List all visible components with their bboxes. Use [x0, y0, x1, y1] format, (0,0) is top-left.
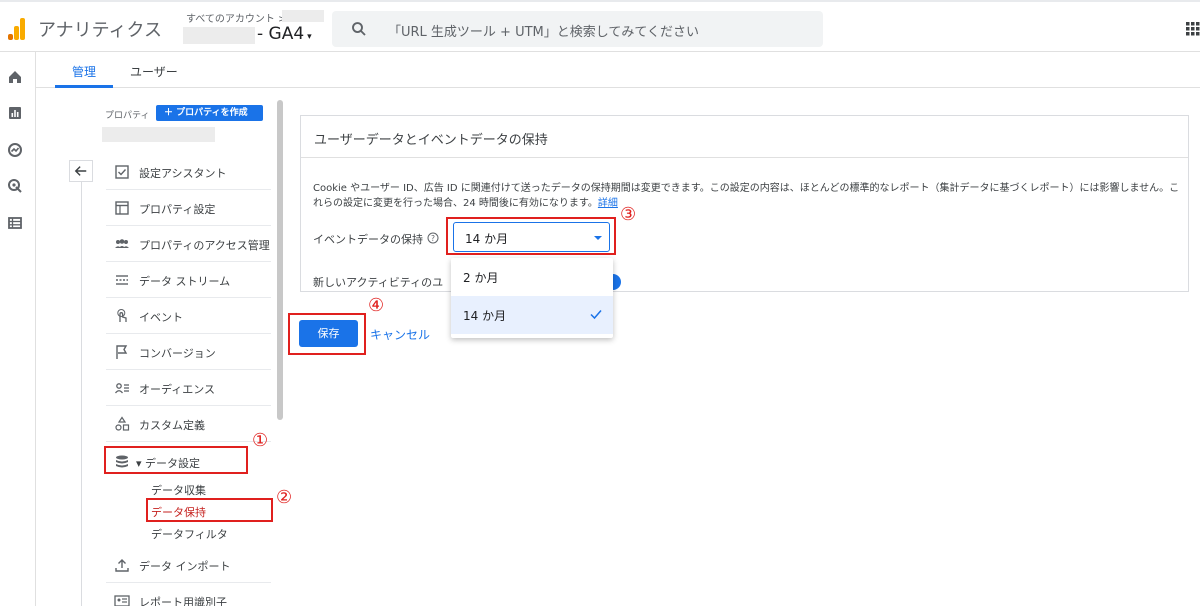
- advertising-icon[interactable]: [7, 178, 23, 194]
- submenu-data-filters[interactable]: データフィルタ: [151, 526, 228, 542]
- option-2-months[interactable]: 2 か月: [451, 258, 613, 296]
- menu-custom-definitions[interactable]: カスタム定義: [106, 406, 271, 442]
- annotation-number-4: ④: [368, 295, 385, 316]
- upload-icon: [115, 559, 129, 572]
- help-icon[interactable]: ?: [427, 232, 439, 244]
- left-rail: [0, 52, 36, 606]
- menu-data-import[interactable]: データ インポート: [106, 547, 271, 583]
- menu-label: プロパティのアクセス管理: [139, 239, 270, 252]
- menu-data-streams[interactable]: データ ストリーム: [106, 262, 271, 298]
- analytics-logo-icon[interactable]: [8, 18, 26, 40]
- retention-card: ユーザーデータとイベントデータの保持 Cookie やユーザー ID、広告 ID…: [300, 115, 1189, 292]
- flag-icon: [116, 345, 128, 359]
- redacted-account-name: [282, 10, 324, 22]
- option-label: 14 か月: [463, 309, 507, 323]
- touch-icon: [117, 309, 127, 322]
- apps-grid-icon[interactable]: [1186, 22, 1200, 36]
- menu-label: オーディエンス: [139, 383, 216, 396]
- menu-label: プロパティ設定: [139, 203, 216, 216]
- annotation-number-1: ①: [252, 430, 269, 451]
- search-icon: [352, 22, 366, 36]
- event-retention-label: イベントデータの保持: [313, 233, 423, 246]
- check-icon: [590, 310, 602, 320]
- redacted-property-name: [183, 27, 255, 44]
- annotation-box-1: [104, 446, 248, 474]
- annotation-box-2: [146, 498, 273, 522]
- panel-scrollbar[interactable]: [277, 100, 283, 420]
- dropdown-caret-icon: ▾: [307, 32, 312, 42]
- option-14-months[interactable]: 14 か月: [451, 296, 613, 334]
- app-title: アナリティクス: [38, 20, 163, 41]
- back-button[interactable]: [69, 160, 93, 182]
- annotation-number-2: ②: [276, 487, 293, 508]
- menu-property-settings[interactable]: プロパティ設定: [106, 190, 271, 226]
- annotation-box-4: [288, 313, 366, 355]
- card-title: ユーザーデータとイベントデータの保持: [314, 133, 548, 148]
- reports-icon[interactable]: [7, 105, 23, 121]
- reset-on-activity-label: 新しいアクティビティのユ: [313, 276, 444, 289]
- people-icon: [115, 239, 129, 248]
- explore-icon[interactable]: [7, 142, 23, 158]
- menu-label: 設定アシスタント: [139, 167, 227, 180]
- property-selector[interactable]: - GA4 ▾: [257, 24, 312, 44]
- shapes-icon: [115, 416, 130, 431]
- menu-label: カスタム定義: [139, 419, 205, 432]
- window-icon: [115, 201, 129, 215]
- annotation-number-3: ③: [620, 204, 637, 225]
- menu-events[interactable]: イベント: [106, 298, 271, 334]
- menu-label: データ ストリーム: [139, 275, 231, 288]
- option-label: 2 か月: [463, 271, 499, 285]
- description-text: Cookie やユーザー ID、広告 ID に関連付けて送ったデータの保持期間は…: [313, 183, 1180, 209]
- stream-icon: [116, 275, 128, 285]
- arrow-left-icon: [74, 166, 87, 176]
- panel-divider: [81, 182, 82, 606]
- menu-label: イベント: [139, 311, 183, 324]
- menu-label: レポート用識別子: [139, 596, 227, 606]
- search-bar[interactable]: 「URL 生成ツール + UTM」と検索してみてください: [332, 11, 823, 47]
- configure-icon[interactable]: [7, 215, 23, 231]
- account-breadcrumb[interactable]: すべてのアカウント >: [186, 10, 286, 25]
- property-label: プロパティ: [105, 111, 150, 121]
- retention-description: Cookie やユーザー ID、広告 ID に関連付けて送ったデータの保持期間は…: [313, 181, 1181, 211]
- menu-setup-assistant[interactable]: 設定アシスタント: [106, 154, 271, 190]
- cancel-button[interactable]: キャンセル: [370, 326, 430, 343]
- menu-audiences[interactable]: オーディエンス: [106, 370, 271, 406]
- id-icon: [114, 595, 130, 606]
- admin-tabs: 管理 ユーザー: [36, 52, 1200, 88]
- checkbox-icon: [115, 165, 129, 179]
- annotation-box-3: [446, 217, 616, 255]
- home-icon[interactable]: [7, 69, 23, 85]
- create-property-button[interactable]: ＋ プロパティを作成: [156, 105, 263, 121]
- menu-property-access[interactable]: プロパティのアクセス管理: [106, 226, 271, 262]
- submenu-data-collection[interactable]: データ収集: [151, 482, 206, 498]
- retention-dropdown-menu: 2 か月 14 か月: [451, 258, 613, 338]
- search-placeholder: 「URL 生成ツール + UTM」と検索してみてください: [388, 25, 699, 40]
- menu-conversions[interactable]: コンバージョン: [106, 334, 271, 370]
- card-divider: [301, 157, 1188, 158]
- property-panel: プロパティ ＋ プロパティを作成 設定アシスタント プロパティ設定 プロパティの…: [36, 88, 286, 606]
- svg-text:?: ?: [431, 234, 435, 243]
- tab-user[interactable]: ユーザー: [130, 63, 178, 80]
- menu-label: コンバージョン: [139, 347, 216, 360]
- tab-admin[interactable]: 管理: [72, 63, 96, 80]
- top-bar: アナリティクス すべてのアカウント > - GA4 ▾ 「URL 生成ツール + …: [0, 0, 1200, 52]
- audience-icon: [114, 383, 129, 394]
- menu-reporting-identity[interactable]: レポート用識別子: [106, 583, 271, 606]
- details-link[interactable]: 詳細: [598, 198, 618, 209]
- redacted-property: [102, 127, 215, 142]
- menu-label: データ インポート: [139, 560, 231, 573]
